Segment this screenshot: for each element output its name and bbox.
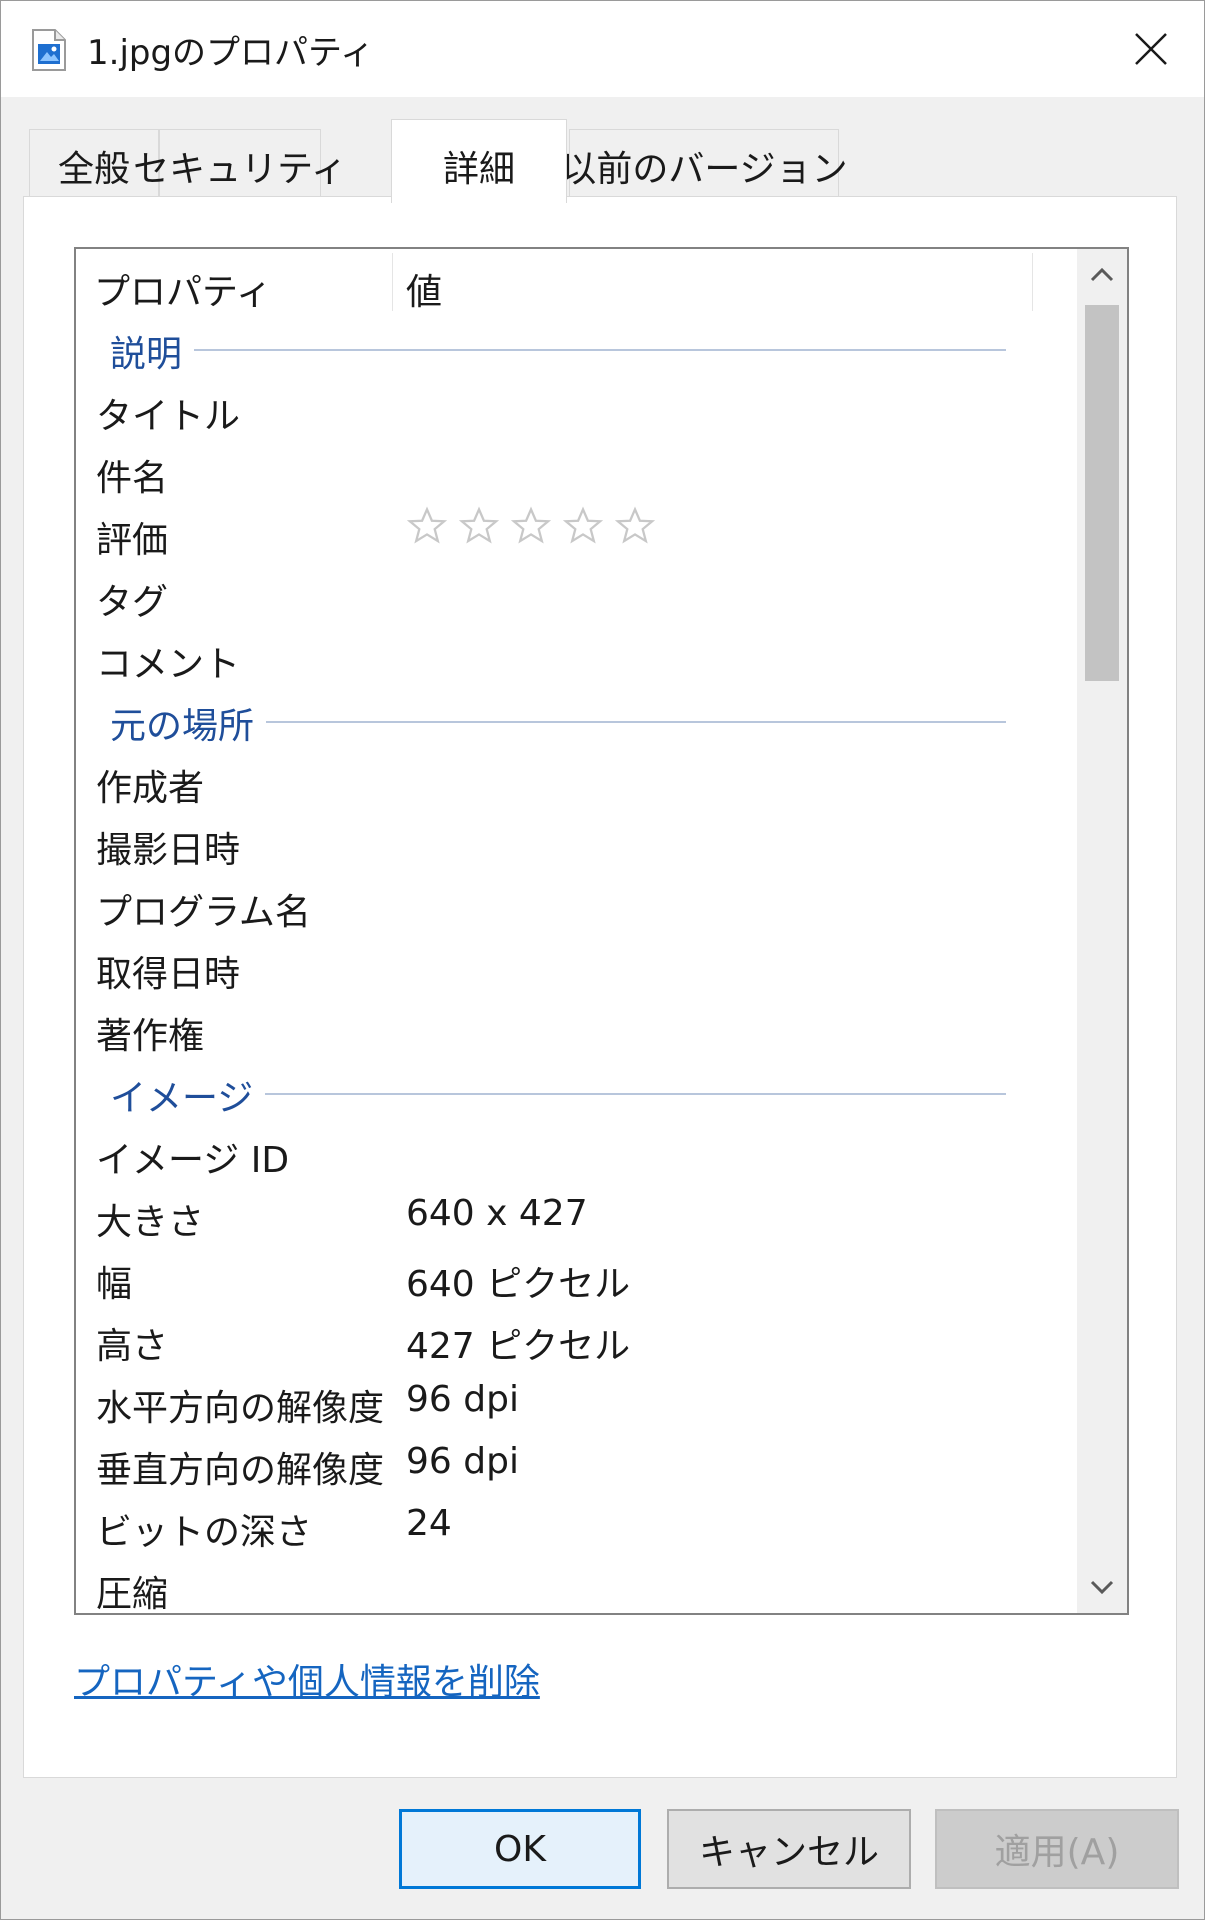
property-label: 撮影日時 [96,830,241,871]
property-label: 垂直方向の解像度 [96,1450,385,1491]
tab-general-label: 全般 [57,148,130,190]
property-label: 作成者 [96,768,205,809]
tab-previous-versions[interactable]: 以前のバージョン [560,129,848,201]
row-image-id[interactable]: イメージ ID [76,1123,1076,1185]
property-label: 大きさ [96,1202,205,1243]
property-value: 96 dpi [406,1441,519,1482]
title-bar: 1.jpgのプロパティ [1,1,1204,97]
property-label: 取得日時 [96,954,241,995]
group-label: イメージ [110,1069,266,1121]
details-panel: プロパティ 値 説明 タイトル 件名 評価 タグ コメント 元の場所 作成者 撮… [23,196,1177,1778]
group-separator [176,349,1006,351]
list-header: プロパティ 値 [76,249,1076,317]
row-compression[interactable]: 圧縮 [76,1557,1076,1613]
property-label: 評価 [96,520,169,561]
row-tags[interactable]: タグ [76,565,1076,627]
column-divider[interactable] [1032,253,1033,311]
row-title[interactable]: タイトル [76,379,1076,441]
tab-security-label: セキュリティ [133,148,347,190]
property-label: プログラム名 [96,892,311,933]
apply-button[interactable]: 適用(A) [935,1809,1179,1889]
tab-strip: 全般 セキュリティ 詳細 以前のバージョン [29,119,1179,203]
star-icon[interactable] [510,505,552,547]
property-rows: 説明 タイトル 件名 評価 タグ コメント 元の場所 作成者 撮影日時 プログラ… [76,317,1076,1613]
property-label: 著作権 [96,1016,205,1057]
properties-dialog: 1.jpgのプロパティ 全般 セキュリティ 詳細 以前のバージョン プロパティ … [0,0,1205,1920]
property-label: 水平方向の解像度 [96,1388,385,1429]
column-divider[interactable] [392,253,393,311]
property-label: ビットの深さ [96,1512,313,1553]
property-value: 427 ピクセル [406,1326,631,1367]
property-list[interactable]: プロパティ 値 説明 タイトル 件名 評価 タグ コメント 元の場所 作成者 撮… [74,247,1129,1615]
tab-details-label: 詳細 [442,149,515,190]
property-label: コメント [96,644,241,685]
property-value: 640 ピクセル [406,1264,631,1305]
vertical-scrollbar[interactable] [1077,249,1127,1613]
property-label: 幅 [96,1264,133,1305]
tab-previous-versions-label: 以前のバージョン [560,148,848,190]
row-dimensions[interactable]: 大きさ 640 x 427 [76,1185,1076,1247]
group-origin: 元の場所 [76,689,1076,751]
star-icon[interactable] [562,505,604,547]
tab-security[interactable]: セキュリティ [133,129,347,201]
close-icon [1135,33,1167,65]
image-file-icon [32,29,66,71]
remove-properties-link[interactable]: プロパティや個人情報を削除 [74,1653,540,1705]
window-title: 1.jpgのプロパティ [87,33,375,73]
property-label: 高さ [96,1326,169,1367]
row-rating[interactable]: 評価 [76,503,1076,565]
row-horizontal-resolution[interactable]: 水平方向の解像度 96 dpi [76,1371,1076,1433]
chevron-up-icon [1090,267,1114,282]
row-comment[interactable]: コメント [76,627,1076,689]
property-value: 96 dpi [406,1379,519,1420]
scroll-thumb[interactable] [1085,305,1119,681]
scroll-down-button[interactable] [1077,1561,1127,1613]
ok-button[interactable]: OK [399,1809,641,1889]
row-date-acquired[interactable]: 取得日時 [76,937,1076,999]
property-value: 24 [406,1503,452,1544]
close-button[interactable] [1121,21,1181,77]
star-icon[interactable] [458,505,500,547]
row-width[interactable]: 幅 640 ピクセル [76,1247,1076,1309]
row-height[interactable]: 高さ 427 ピクセル [76,1309,1076,1371]
column-header-value[interactable]: 値 [406,263,442,315]
row-vertical-resolution[interactable]: 垂直方向の解像度 96 dpi [76,1433,1076,1495]
row-copyright[interactable]: 著作権 [76,999,1076,1061]
scroll-up-button[interactable] [1077,249,1127,301]
property-label: タイトル [96,396,241,437]
rating-stars[interactable] [406,505,656,547]
property-label: 圧縮 [96,1574,169,1613]
group-description: 説明 [76,317,1076,379]
tab-details[interactable]: 詳細 [391,119,567,203]
property-label: タグ [96,582,169,623]
row-bit-depth[interactable]: ビットの深さ 24 [76,1495,1076,1557]
star-icon[interactable] [614,505,656,547]
column-header-property[interactable]: プロパティ [94,263,272,315]
row-subject[interactable]: 件名 [76,441,1076,503]
property-label: 件名 [96,458,169,499]
row-author[interactable]: 作成者 [76,751,1076,813]
star-icon[interactable] [406,505,448,547]
group-separator [176,721,1006,723]
row-date-taken[interactable]: 撮影日時 [76,813,1076,875]
group-label: 説明 [110,325,195,377]
row-program-name[interactable]: プログラム名 [76,875,1076,937]
group-label: 元の場所 [110,697,267,749]
group-separator [176,1093,1006,1095]
group-image: イメージ [76,1061,1076,1123]
property-label: イメージ ID [96,1140,290,1181]
cancel-button[interactable]: キャンセル [667,1809,911,1889]
chevron-down-icon [1090,1580,1114,1595]
property-value: 640 x 427 [406,1193,588,1234]
